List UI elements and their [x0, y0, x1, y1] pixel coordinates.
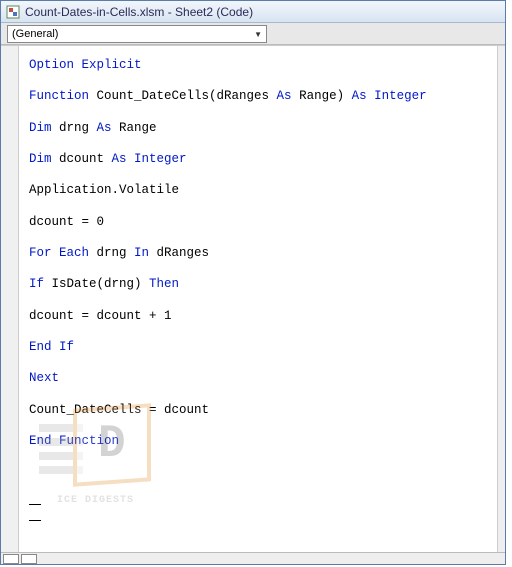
code-line: Dim dcount As Integer [29, 148, 487, 172]
code-editor[interactable]: Option Explicit Function Count_DateCells… [19, 46, 497, 552]
titlebar[interactable]: Count-Dates-in-Cells.xlsm - Sheet2 (Code… [1, 1, 505, 23]
code-line: End If [29, 336, 487, 360]
margin-gutter [1, 46, 19, 552]
code-line: Count_DateCells = dcount [29, 399, 487, 423]
scope-dropdown-value: (General) [12, 28, 58, 40]
code-line [29, 80, 487, 84]
code-line: Application.Volatile [29, 179, 487, 203]
code-line [29, 268, 487, 272]
view-full-icon[interactable] [3, 554, 19, 564]
code-line: For Each drng In dRanges [29, 242, 487, 266]
code-line [29, 425, 487, 429]
scope-dropdown[interactable]: (General) ▼ [7, 25, 267, 43]
code-line [29, 142, 487, 146]
watermark-text: ICE DIGESTS [57, 491, 134, 510]
code-line: Option Explicit [29, 54, 487, 78]
code-line [29, 362, 487, 366]
app-icon [5, 4, 21, 20]
code-line: Dim drng As Range [29, 117, 487, 141]
code-area: Option Explicit Function Count_DateCells… [1, 45, 505, 552]
vertical-scrollbar[interactable] [497, 46, 505, 552]
bottom-bar [1, 552, 505, 564]
divider-line [29, 504, 41, 505]
window-title: Count-Dates-in-Cells.xlsm - Sheet2 (Code… [25, 5, 253, 19]
code-line: If IsDate(drng) Then [29, 273, 487, 297]
chevron-down-icon: ▼ [254, 30, 262, 39]
code-line: dcount = 0 [29, 211, 487, 235]
code-window: Count-Dates-in-Cells.xlsm - Sheet2 (Code… [0, 0, 506, 565]
dropdown-row: (General) ▼ [1, 23, 505, 45]
divider-line [29, 520, 41, 521]
code-line [29, 236, 487, 240]
view-proc-icon[interactable] [21, 554, 37, 564]
code-line: End Function [29, 430, 487, 454]
code-line: dcount = dcount + 1 [29, 305, 487, 329]
code-line: Function Count_DateCells(dRanges As Rang… [29, 85, 487, 109]
code-line [29, 299, 487, 303]
code-line [29, 174, 487, 178]
code-line: Next [29, 367, 487, 391]
code-line [29, 111, 487, 115]
code-line [29, 393, 487, 397]
code-line [29, 331, 487, 335]
code-line [29, 205, 487, 209]
